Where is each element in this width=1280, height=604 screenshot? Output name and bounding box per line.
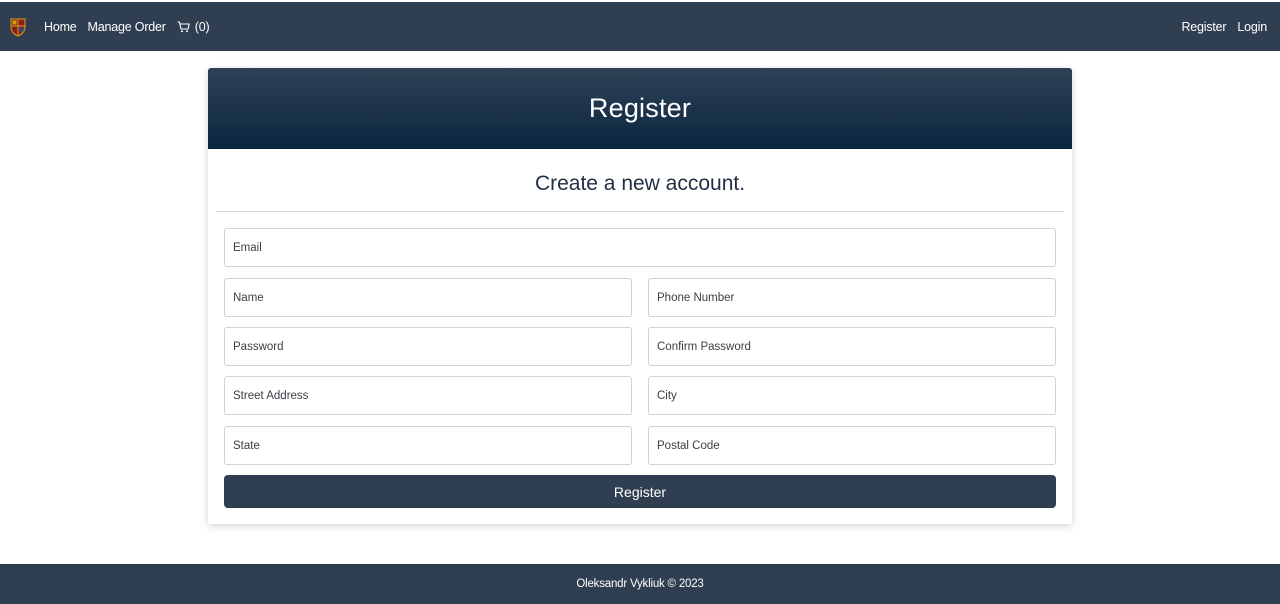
confirm-password-field-wrapper	[648, 327, 1056, 366]
city-field[interactable]	[649, 377, 1055, 414]
navbar: Home Manage Order (0) Register Login	[0, 2, 1280, 51]
page-title: Register	[588, 93, 692, 123]
nav-right: Register Login	[1181, 2, 1267, 51]
nav-register-link[interactable]: Register	[1181, 20, 1226, 34]
nav-cart-link[interactable]: (0)	[177, 20, 210, 34]
register-submit-button[interactable]: Register	[224, 475, 1056, 508]
password-field-wrapper	[224, 327, 632, 366]
street-address-field[interactable]	[225, 377, 631, 414]
footer: Oleksandr Vykliuk © 2023	[0, 564, 1280, 604]
phone-field-wrapper	[648, 278, 1056, 317]
city-field-wrapper	[648, 376, 1056, 415]
confirm-password-field[interactable]	[649, 328, 1055, 365]
name-field[interactable]	[225, 279, 631, 316]
nav-left: Home Manage Order (0)	[44, 2, 210, 51]
name-field-wrapper	[224, 278, 632, 317]
postal-field-wrapper	[648, 426, 1056, 465]
password-field[interactable]	[225, 328, 631, 365]
cart-icon	[177, 20, 190, 32]
postal-code-field[interactable]	[649, 427, 1055, 464]
state-field-wrapper	[224, 426, 632, 465]
card-header: Register	[208, 68, 1072, 149]
nav-home-link[interactable]: Home	[44, 20, 77, 34]
state-field[interactable]	[225, 427, 631, 464]
divider	[216, 211, 1064, 212]
phone-number-field[interactable]	[649, 279, 1055, 316]
register-card: Register Create a new account. Email Nam…	[208, 68, 1072, 524]
brand-logo-icon[interactable]	[10, 17, 26, 37]
nav-login-link[interactable]: Login	[1237, 20, 1267, 34]
footer-copyright: Oleksandr Vykliuk © 2023	[576, 578, 704, 590]
email-field[interactable]	[225, 229, 1055, 266]
cart-count: (0)	[194, 19, 210, 34]
nav-manage-order-link[interactable]: Manage Order	[88, 20, 166, 34]
street-field-wrapper	[224, 376, 632, 415]
email-field-wrapper	[224, 228, 1056, 267]
form-subtitle: Create a new account.	[534, 172, 746, 195]
